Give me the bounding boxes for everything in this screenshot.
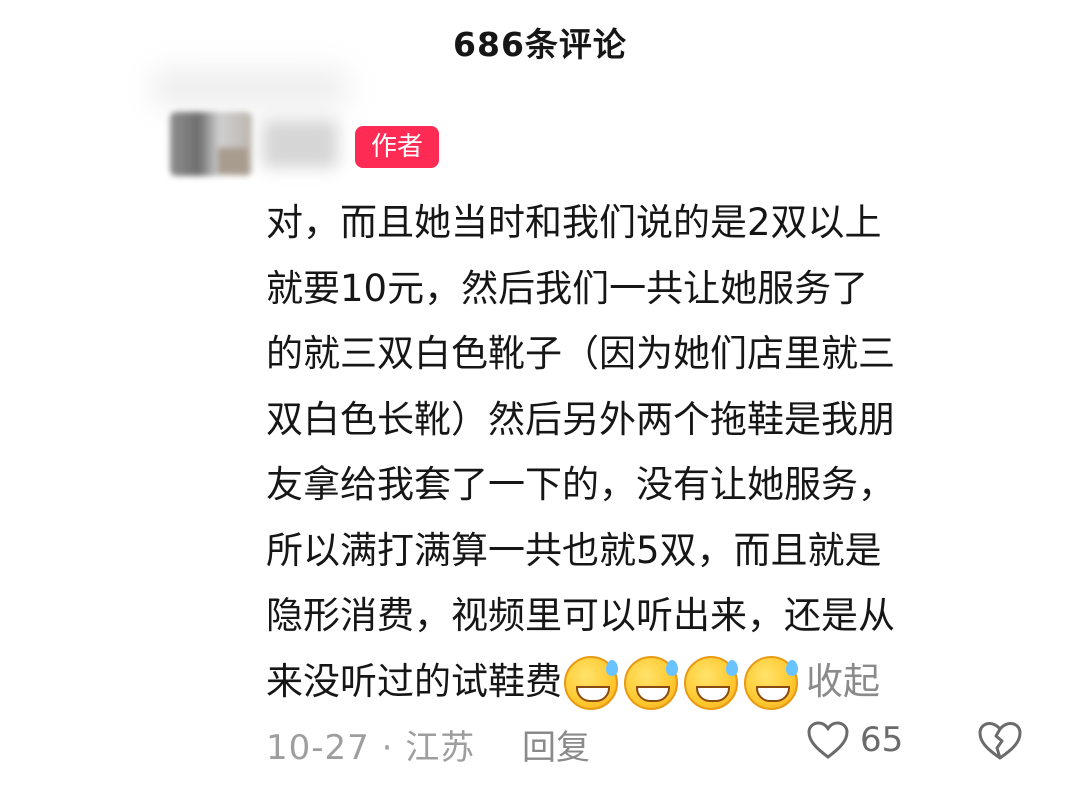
- comment-line: 友拿给我套了一下的，没有让她服务，: [266, 463, 895, 506]
- collapse-link[interactable]: 收起: [806, 660, 880, 703]
- reply-button[interactable]: 回复: [522, 720, 590, 769]
- comment-line: 就要10元，然后我们一共让她服务了: [266, 266, 869, 310]
- comment-footer: 10-27 · 江苏 回复 65: [266, 720, 1046, 770]
- comment-last-line: 来没听过的试鞋费 收起: [266, 649, 1056, 715]
- grinning-sweat-emoji: [564, 656, 618, 710]
- grinning-sweat-emoji: [744, 656, 798, 710]
- comment-line: 所以满打满算一共也就5双，而且就是: [266, 528, 882, 572]
- like-button[interactable]: 65: [806, 720, 903, 760]
- grinning-sweat-emoji: [624, 656, 678, 710]
- comment-line: 双白色长靴）然后另外两个拖鞋是我朋: [266, 397, 895, 441]
- emoji-row: [564, 656, 798, 710]
- username-blurred[interactable]: [262, 120, 338, 168]
- heart-icon: [806, 720, 850, 760]
- grinning-sweat-emoji: [684, 656, 738, 710]
- broken-heart-icon: [976, 720, 1024, 762]
- comment-line: 来没听过的试鞋费: [266, 659, 562, 703]
- comment-text: 对，而且她当时和我们说的是2双以上 就要10元，然后我们一共让她服务了 的就三双…: [266, 190, 1056, 714]
- author-badge: 作者: [355, 126, 439, 168]
- blurred-previous-content: [150, 68, 350, 108]
- comment-meta: 10-27 · 江苏: [266, 728, 476, 768]
- like-count: 65: [860, 720, 904, 760]
- comment-line: 对，而且她当时和我们说的是2双以上: [266, 201, 882, 244]
- comments-count-title: 686条评论: [453, 25, 627, 64]
- dislike-button[interactable]: [976, 720, 1024, 762]
- comment-line: 隐形消费，视频里可以听出来，还是从: [266, 594, 895, 637]
- comment-line: 的就三双白色靴子（因为她们店里就三: [266, 332, 895, 375]
- avatar[interactable]: [170, 112, 252, 176]
